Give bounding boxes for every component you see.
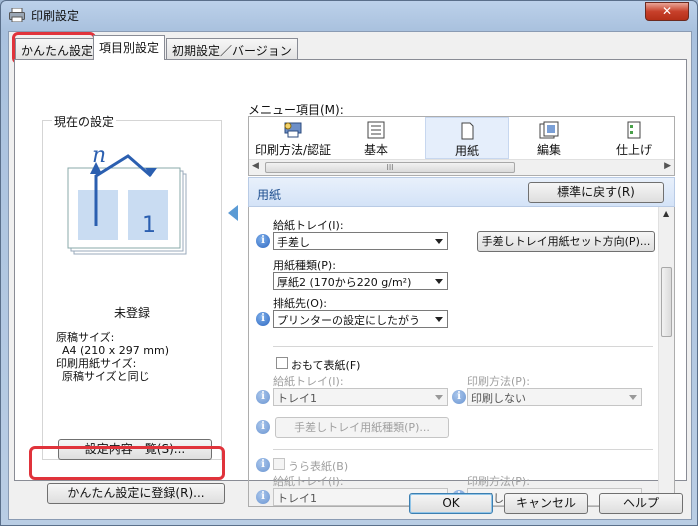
front-print-select[interactable]: 印刷しない	[467, 388, 642, 406]
chevron-down-icon	[435, 317, 443, 322]
info-icon[interactable]: i	[256, 490, 270, 504]
output-select[interactable]: プリンターの設定にしたがう	[273, 310, 448, 328]
settings-info: 原稿サイズ: A4 (210 x 297 mm) 印刷用紙サイズ: 原稿サイズと…	[56, 331, 169, 383]
info-icon[interactable]: i	[256, 458, 270, 472]
menu-item-edit[interactable]: 編集	[514, 117, 584, 159]
menu-item-basic[interactable]: 基本	[341, 117, 411, 159]
finishing-icon	[627, 121, 641, 139]
menu-item-finishing[interactable]: 仕上げ	[599, 117, 669, 159]
current-settings-pane: n 1 未登録 原稿サイズ: A4 (210 x 297 mm) 印刷用紙サイズ…	[42, 120, 222, 460]
cancel-button[interactable]: キャンセル	[504, 493, 588, 514]
illustration-letter: n	[92, 146, 106, 168]
separator	[273, 449, 653, 450]
chevron-down-icon	[629, 395, 637, 400]
scroll-right-icon[interactable]: ▶	[664, 161, 671, 171]
front-tray-select[interactable]: トレイ1	[273, 388, 448, 406]
info-icon[interactable]: i	[256, 234, 270, 248]
register-easy-settings-button[interactable]: かんたん設定に登録(R)...	[47, 483, 225, 504]
info-icon[interactable]: i	[256, 312, 270, 326]
menu-item-label: 仕上げ	[615, 143, 652, 157]
info-value-original-size: A4 (210 x 297 mm)	[62, 344, 170, 357]
tray-label: 給紙トレイ(I):	[273, 219, 344, 232]
reset-defaults-button[interactable]: 標準に戻す(R)	[528, 182, 664, 203]
tab-defaults-version[interactable]: 初期設定／バージョン	[166, 38, 298, 60]
front-print-value: 印刷しない	[471, 392, 526, 405]
menu-items-strip: 印刷方法/認証 基本 用紙 編集 仕上げ ◀ III ▶	[248, 116, 675, 176]
window-title: 印刷設定	[31, 9, 80, 23]
ok-button[interactable]: OK	[409, 493, 493, 514]
scroll-left-icon[interactable]: ◀	[252, 161, 259, 171]
back-tray-label: 給紙トレイ(I):	[273, 475, 344, 488]
info-label-original-size: 原稿サイズ:	[56, 331, 115, 344]
illustration-page-number: 1	[142, 213, 156, 238]
front-cover-checkbox[interactable]	[276, 357, 288, 369]
info-label-paper-size: 印刷用紙サイズ:	[56, 357, 137, 370]
info-icon[interactable]: i	[256, 390, 270, 404]
collapse-pane-arrow-icon[interactable]	[228, 205, 238, 221]
document-preview-icon: n 1	[67, 146, 187, 255]
back-print-label: 印刷方法(P):	[467, 475, 530, 488]
chevron-down-icon	[435, 395, 443, 400]
paper-settings-panel: 給紙トレイ(I): i 手差し 手差しトレイ用紙セット方向(P)... 用紙種類…	[248, 207, 675, 507]
front-print-label: 印刷方法(P):	[467, 375, 530, 388]
menu-horizontal-scrollbar[interactable]: ◀ III ▶	[249, 159, 674, 175]
output-value: プリンターの設定にしたがう	[277, 314, 420, 327]
menu-item-label: 編集	[536, 143, 561, 157]
print-settings-window: 印刷設定 ✕ かんたん設定 項目別設定 初期設定／バージョン n 1 未登録 原…	[0, 0, 698, 526]
title-bar[interactable]: 印刷設定 ✕	[1, 1, 697, 29]
printer-icon	[9, 8, 25, 22]
chevron-down-icon	[435, 279, 443, 284]
menu-item-label: 基本	[363, 143, 388, 157]
help-button[interactable]: ヘルプ	[599, 493, 683, 514]
dialog-body: かんたん設定 項目別設定 初期設定／バージョン n 1 未登録 原稿サイズ: A…	[8, 31, 692, 520]
scroll-thumb[interactable]	[661, 267, 672, 337]
menu-item-print-auth[interactable]: 印刷方法/認証	[251, 117, 335, 159]
tray-select[interactable]: 手差し	[273, 232, 448, 250]
tab-item-settings[interactable]: 項目別設定	[93, 35, 166, 60]
section-title: 用紙	[257, 188, 282, 202]
tray-direction-button[interactable]: 手差しトレイ用紙セット方向(P)...	[477, 231, 655, 252]
front-cover-label: おもて表紙(F)	[291, 359, 361, 372]
detail-vertical-scrollbar[interactable]: ▲ ▼	[658, 207, 674, 506]
menu-item-label: 用紙	[454, 144, 479, 158]
front-tray-value: トレイ1	[277, 392, 317, 405]
info-value-paper-size: 原稿サイズと同じ	[62, 370, 150, 383]
info-icon[interactable]: i	[452, 390, 466, 404]
tray-value: 手差し	[277, 236, 310, 249]
back-cover-label: うら表紙(B)	[288, 460, 349, 473]
back-tray-value: トレイ1	[277, 492, 317, 505]
paper-section-header: 用紙 標準に戻す(R)	[248, 177, 675, 207]
close-button[interactable]: ✕	[645, 2, 689, 21]
current-settings-label: 現在の設定	[52, 113, 117, 130]
output-label: 排紙先(O):	[273, 297, 327, 310]
settings-status: 未登録	[113, 306, 150, 320]
menu-item-label: 印刷方法/認証	[254, 143, 332, 157]
info-icon[interactable]: i	[256, 420, 270, 434]
menu-item-paper[interactable]: 用紙	[425, 117, 509, 159]
scroll-up-icon[interactable]: ▲	[663, 209, 669, 218]
paper-type-select[interactable]: 厚紙2 (170から220 g/m²)	[273, 272, 448, 290]
scroll-thumb[interactable]: III	[265, 162, 515, 173]
chevron-down-icon	[435, 239, 443, 244]
edit-icon	[539, 121, 559, 139]
paper-icon	[461, 122, 474, 140]
separator	[273, 346, 653, 347]
back-cover-checkbox[interactable]	[273, 458, 285, 470]
tab-panel: n 1 未登録 原稿サイズ: A4 (210 x 297 mm) 印刷用紙サイズ…	[14, 59, 687, 507]
front-tray-label: 給紙トレイ(I):	[273, 375, 344, 388]
basic-settings-icon	[367, 121, 385, 139]
highlight-register-button	[29, 446, 225, 480]
printer-auth-icon	[284, 122, 302, 138]
paper-type-label: 用紙種類(P):	[273, 259, 336, 272]
paper-type-value: 厚紙2 (170から220 g/m²)	[277, 276, 412, 289]
tray-paper-type-button[interactable]: 手差しトレイ用紙種類(P)...	[275, 417, 449, 438]
